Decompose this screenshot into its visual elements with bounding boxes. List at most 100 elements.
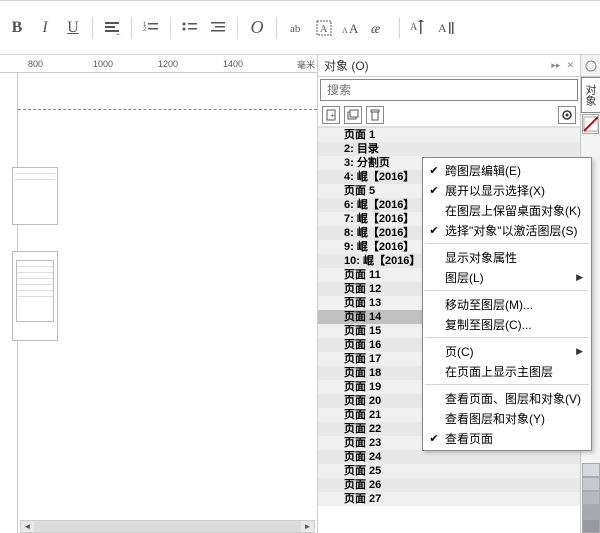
svg-text:ab: ab — [290, 23, 301, 35]
scrollbar-horizontal[interactable]: ◄ ► — [20, 520, 315, 533]
ruler-tick-label: 1000 — [93, 59, 113, 69]
text-frame-button[interactable]: A — [311, 15, 337, 41]
svg-text:2: 2 — [143, 27, 147, 33]
menu-item-label: 显示对象属性 — [445, 249, 583, 266]
svg-text:+: + — [330, 111, 335, 120]
menu-separator — [425, 290, 589, 291]
menu-separator — [425, 243, 589, 244]
text-tool-button[interactable]: ab — [283, 15, 309, 41]
menu-item[interactable]: 图层(L)▶ — [423, 267, 591, 287]
menu-item-label: 在图层上保留桌面对象(K) — [445, 202, 583, 219]
menu-item-label: 页(C) — [445, 343, 576, 360]
color-swatch[interactable] — [582, 463, 600, 477]
options-gear-button[interactable] — [558, 106, 576, 124]
document-thumb-1[interactable] — [12, 167, 58, 225]
page-list-item[interactable]: 页面 24 — [318, 450, 580, 464]
side-tab-unknown[interactable] — [581, 55, 600, 77]
bold-button[interactable]: B — [4, 15, 30, 41]
side-tab-objects[interactable]: 对象 — [581, 77, 600, 113]
ruler-tick-label: 1200 — [158, 59, 178, 69]
color-swatches — [581, 463, 600, 533]
script-button[interactable]: O — [244, 15, 270, 41]
text-align-button[interactable]: A — [434, 15, 460, 41]
ligature-button[interactable]: æ — [367, 15, 393, 41]
check-icon: ✔ — [423, 164, 445, 177]
guide-line[interactable] — [18, 109, 317, 110]
check-icon: ✔ — [423, 224, 445, 237]
underline-button[interactable]: U — [60, 15, 86, 41]
menu-item-label: 在页面上显示主图层 — [445, 363, 583, 380]
list-numbered-button[interactable]: 12 — [138, 15, 164, 41]
page-list-item[interactable]: 2: 目录 — [318, 142, 580, 156]
menu-item[interactable]: ✔选择"对象"以激活图层(S) — [423, 220, 591, 240]
menu-item[interactable]: 复制至图层(C)... — [423, 314, 591, 334]
ruler-tick-label: 800 — [28, 59, 43, 69]
new-page-button[interactable]: + — [322, 106, 340, 124]
menu-item[interactable]: 查看页面、图层和对象(V) — [423, 388, 591, 408]
menu-item[interactable]: ✔查看页面 — [423, 428, 591, 448]
toolbar-separator — [237, 17, 238, 39]
toolbar-separator — [92, 17, 93, 39]
toolbar-separator — [170, 17, 171, 39]
menu-separator — [425, 384, 589, 385]
svg-text:æ: æ — [371, 22, 381, 36]
options-context-menu: ✔跨图层编辑(E)✔展开以显示选择(X)在图层上保留桌面对象(K)✔选择"对象"… — [422, 157, 592, 451]
check-icon: ✔ — [423, 432, 445, 445]
indent-button[interactable] — [205, 15, 231, 41]
panel-tools: + — [318, 103, 580, 127]
ruler-tick-label: 1400 — [223, 59, 243, 69]
color-swatch[interactable] — [582, 477, 600, 491]
menu-item[interactable]: 在图层上保留桌面对象(K) — [423, 200, 591, 220]
search-input[interactable] — [320, 79, 578, 101]
menu-item[interactable]: 在页面上显示主图层 — [423, 361, 591, 381]
menu-item[interactable]: 显示对象属性 — [423, 247, 591, 267]
svg-text:A: A — [438, 21, 447, 35]
page-list-item[interactable]: 页面 1 — [318, 128, 580, 142]
color-swatch[interactable] — [582, 519, 600, 533]
scroll-left-arrow[interactable]: ◄ — [21, 521, 34, 532]
svg-text:A: A — [342, 26, 348, 35]
panel-close-icon[interactable]: ✕ — [566, 60, 574, 71]
panel-header: 对象 (O) ▸▸ ✕ — [318, 55, 580, 77]
menu-item-label: 移动至图层(M)... — [445, 296, 583, 313]
menu-item-label: 展开以显示选择(X) — [445, 182, 583, 199]
text-direction-button[interactable]: A — [406, 15, 432, 41]
scroll-thumb[interactable] — [34, 521, 301, 532]
canvas-body[interactable] — [18, 73, 317, 533]
color-swatch[interactable] — [582, 505, 600, 519]
menu-item-label: 跨图层编辑(E) — [445, 162, 583, 179]
document-thumb-2[interactable] — [12, 251, 58, 341]
delete-button[interactable] — [366, 106, 384, 124]
svg-text:A: A — [349, 21, 359, 36]
canvas-area[interactable]: 800 1000 1200 1400 毫米 ◄ ► — [0, 55, 317, 533]
submenu-arrow-icon: ▶ — [576, 272, 583, 283]
page-list-item[interactable]: 页面 26 — [318, 478, 580, 492]
search-row — [318, 77, 580, 103]
new-layer-button[interactable] — [344, 106, 362, 124]
panel-title: 对象 (O) — [324, 57, 369, 74]
font-button[interactable]: AA — [339, 15, 365, 41]
check-icon: ✔ — [423, 184, 445, 197]
menu-item[interactable]: ✔跨图层编辑(E) — [423, 160, 591, 180]
ruler-horizontal[interactable]: 800 1000 1200 1400 毫米 — [0, 55, 317, 73]
format-toolbar: B I U 12 O ab A AA æ A A — [0, 0, 600, 55]
align-button[interactable] — [99, 15, 125, 41]
menu-item[interactable]: 移动至图层(M)... — [423, 294, 591, 314]
menu-item[interactable]: 页(C)▶ — [423, 341, 591, 361]
menu-separator — [425, 337, 589, 338]
toolbar-separator — [131, 17, 132, 39]
page-list-item[interactable]: 页面 27 — [318, 492, 580, 506]
svg-text:A: A — [320, 24, 328, 35]
page-list-item[interactable]: 页面 25 — [318, 464, 580, 478]
color-swatch[interactable] — [582, 491, 600, 505]
list-bullet-button[interactable] — [177, 15, 203, 41]
panel-expand-icon[interactable]: ▸▸ — [551, 60, 560, 71]
menu-item-label: 查看图层和对象(Y) — [445, 410, 583, 427]
menu-item-label: 图层(L) — [445, 269, 576, 286]
italic-button[interactable]: I — [32, 15, 58, 41]
menu-item[interactable]: ✔展开以显示选择(X) — [423, 180, 591, 200]
scroll-right-arrow[interactable]: ► — [301, 521, 314, 532]
side-tab-nofill[interactable] — [582, 114, 599, 134]
submenu-arrow-icon: ▶ — [576, 346, 583, 357]
menu-item[interactable]: 查看图层和对象(Y) — [423, 408, 591, 428]
